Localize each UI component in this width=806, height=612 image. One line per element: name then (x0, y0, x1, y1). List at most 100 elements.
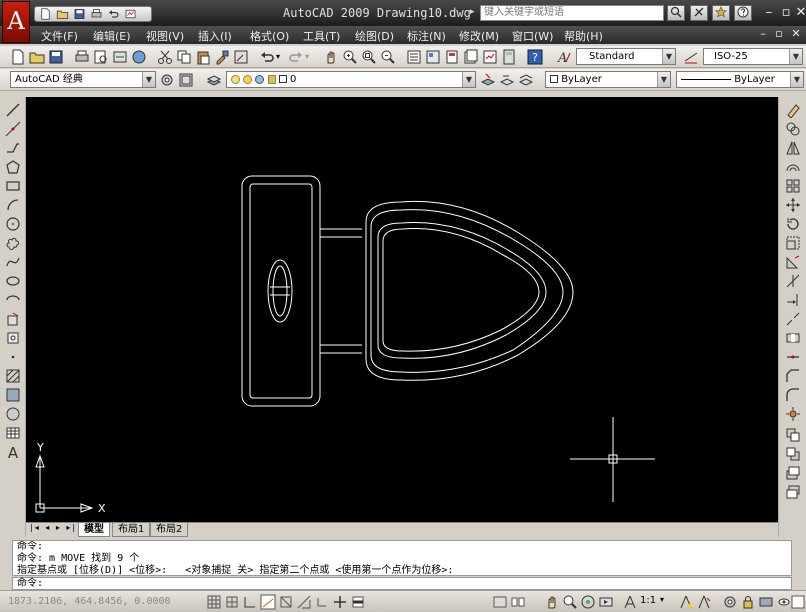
break-icon[interactable] (785, 330, 801, 346)
rectangle-icon[interactable] (5, 178, 21, 194)
stretch-icon[interactable] (785, 254, 801, 270)
grid-display-icon[interactable] (224, 594, 240, 610)
scale-dropdown-icon[interactable]: ▾ (660, 595, 664, 604)
match-properties-icon[interactable] (214, 49, 230, 65)
region-icon[interactable] (5, 406, 21, 422)
workspace-save-icon[interactable] (178, 72, 194, 88)
break-at-point-icon[interactable] (785, 311, 801, 327)
drawing-canvas[interactable]: Y X (26, 97, 778, 522)
gradient-icon[interactable] (5, 387, 21, 403)
polygon-icon[interactable] (5, 159, 21, 175)
help-toolbar-icon[interactable]: ? (527, 49, 543, 65)
properties-icon[interactable] (406, 49, 422, 65)
menu-dimension[interactable]: 标注(N) (407, 28, 446, 44)
doc-minimize-icon[interactable]: – (755, 27, 771, 40)
workspace-switching-icon[interactable] (722, 594, 738, 610)
polar-tracking-icon[interactable] (260, 594, 276, 610)
layer-state-icon[interactable] (518, 72, 534, 88)
object-snap-icon[interactable] (278, 594, 294, 610)
tab-layout1[interactable]: 布局1 (112, 523, 151, 537)
design-center-icon[interactable] (425, 49, 441, 65)
polyline-icon[interactable] (5, 140, 21, 156)
doc-restore-icon[interactable]: ▫ (771, 27, 787, 40)
redo-dropdown-icon[interactable]: ▾ (305, 52, 309, 61)
menu-insert[interactable]: 插入(I) (198, 28, 232, 44)
ellipse-arc-icon[interactable] (5, 292, 21, 308)
point-icon[interactable] (5, 349, 21, 365)
ellipse-icon[interactable] (5, 273, 21, 289)
new-icon[interactable] (38, 8, 53, 20)
app-logo[interactable]: A (2, 1, 30, 43)
coordinate-readout[interactable]: 1873.2106, 464.8456, 0.0000 (8, 596, 171, 607)
communication-center-button[interactable] (712, 5, 730, 21)
print-icon[interactable] (89, 8, 104, 20)
menu-format[interactable]: 格式(O) (250, 28, 289, 44)
copy-object-icon[interactable] (785, 121, 801, 137)
quickcalc-icon[interactable] (501, 49, 517, 65)
rotate-icon[interactable] (785, 216, 801, 232)
pan-icon[interactable] (323, 49, 339, 65)
make-block-icon[interactable] (5, 330, 21, 346)
menu-view[interactable]: 视图(V) (146, 28, 184, 44)
showmotion-icon[interactable] (598, 594, 614, 610)
help-button[interactable] (734, 5, 752, 21)
mirror-icon[interactable] (785, 140, 801, 156)
explode-icon[interactable] (785, 406, 801, 422)
hatch-icon[interactable] (5, 368, 21, 384)
menu-window[interactable]: 窗口(W) (512, 28, 553, 44)
menu-tools[interactable]: 工具(T) (303, 28, 340, 44)
block-editor-icon[interactable] (233, 49, 249, 65)
undo-icon[interactable] (106, 8, 121, 20)
dynamic-ucs-icon[interactable] (314, 594, 330, 610)
scale-icon[interactable] (785, 235, 801, 251)
workspace-settings-icon[interactable] (159, 72, 175, 88)
menu-draw[interactable]: 绘图(D) (355, 28, 394, 44)
publish-icon[interactable] (112, 49, 128, 65)
insert-block-icon[interactable] (5, 311, 21, 327)
save-icon[interactable] (72, 8, 87, 20)
plot-file-icon[interactable] (74, 49, 90, 65)
undo-toolbar-icon[interactable] (259, 49, 275, 65)
ortho-mode-icon[interactable] (242, 594, 258, 610)
chamfer-icon[interactable] (785, 368, 801, 384)
dim-style-icon[interactable] (683, 49, 699, 65)
annotation-scale-value[interactable]: 1:1 (640, 595, 656, 606)
text-style-select[interactable]: Standard ▼ (576, 48, 676, 65)
annotation-scale-icon[interactable] (622, 594, 638, 610)
text-style-icon[interactable]: A (556, 49, 572, 65)
snap-mode-icon[interactable] (206, 594, 222, 610)
search-button[interactable] (667, 5, 685, 21)
make-current-layer-icon[interactable] (480, 72, 496, 88)
open-file-icon[interactable] (29, 49, 45, 65)
lineweight-icon[interactable] (350, 594, 366, 610)
close-icon[interactable]: ✕ (791, 4, 806, 22)
menu-help[interactable]: 帮助(H) (564, 28, 603, 44)
undo-dropdown-icon[interactable]: ▾ (276, 52, 280, 61)
pan-status-icon[interactable] (544, 594, 560, 610)
model-space-icon[interactable] (492, 594, 508, 610)
annotation-visibility-icon[interactable] (678, 594, 694, 610)
auto-scale-icon[interactable] (696, 594, 712, 610)
3d-dwf-icon[interactable] (131, 49, 147, 65)
markup-set-icon[interactable] (482, 49, 498, 65)
dynamic-input-icon[interactable] (332, 594, 348, 610)
dim-style-select[interactable]: ISO-25 ▼ (703, 48, 803, 65)
extend-icon[interactable] (785, 292, 801, 308)
zoom-realtime-icon[interactable] (342, 49, 358, 65)
redo-icon[interactable] (288, 49, 304, 65)
quick-view-layouts-icon[interactable] (510, 594, 526, 610)
cut-icon[interactable] (157, 49, 173, 65)
fillet-icon[interactable] (785, 387, 801, 403)
command-history[interactable]: 命令: 命令: m MOVE 找到 9 个指定基点或 [位移(D)] <位移>: … (12, 540, 792, 576)
menu-modify[interactable]: 修改(M) (459, 28, 499, 44)
array-icon[interactable] (785, 178, 801, 194)
join-icon[interactable] (785, 349, 801, 365)
trim-icon[interactable] (785, 273, 801, 289)
command-input[interactable]: 命令: (12, 577, 792, 590)
draw-order-front-icon[interactable] (785, 427, 801, 443)
menu-edit[interactable]: 编辑(E) (93, 28, 131, 44)
circle-icon[interactable] (5, 216, 21, 232)
tab-layout2[interactable]: 布局2 (150, 523, 189, 537)
zoom-previous-icon[interactable] (380, 49, 396, 65)
open-icon[interactable] (55, 8, 70, 20)
